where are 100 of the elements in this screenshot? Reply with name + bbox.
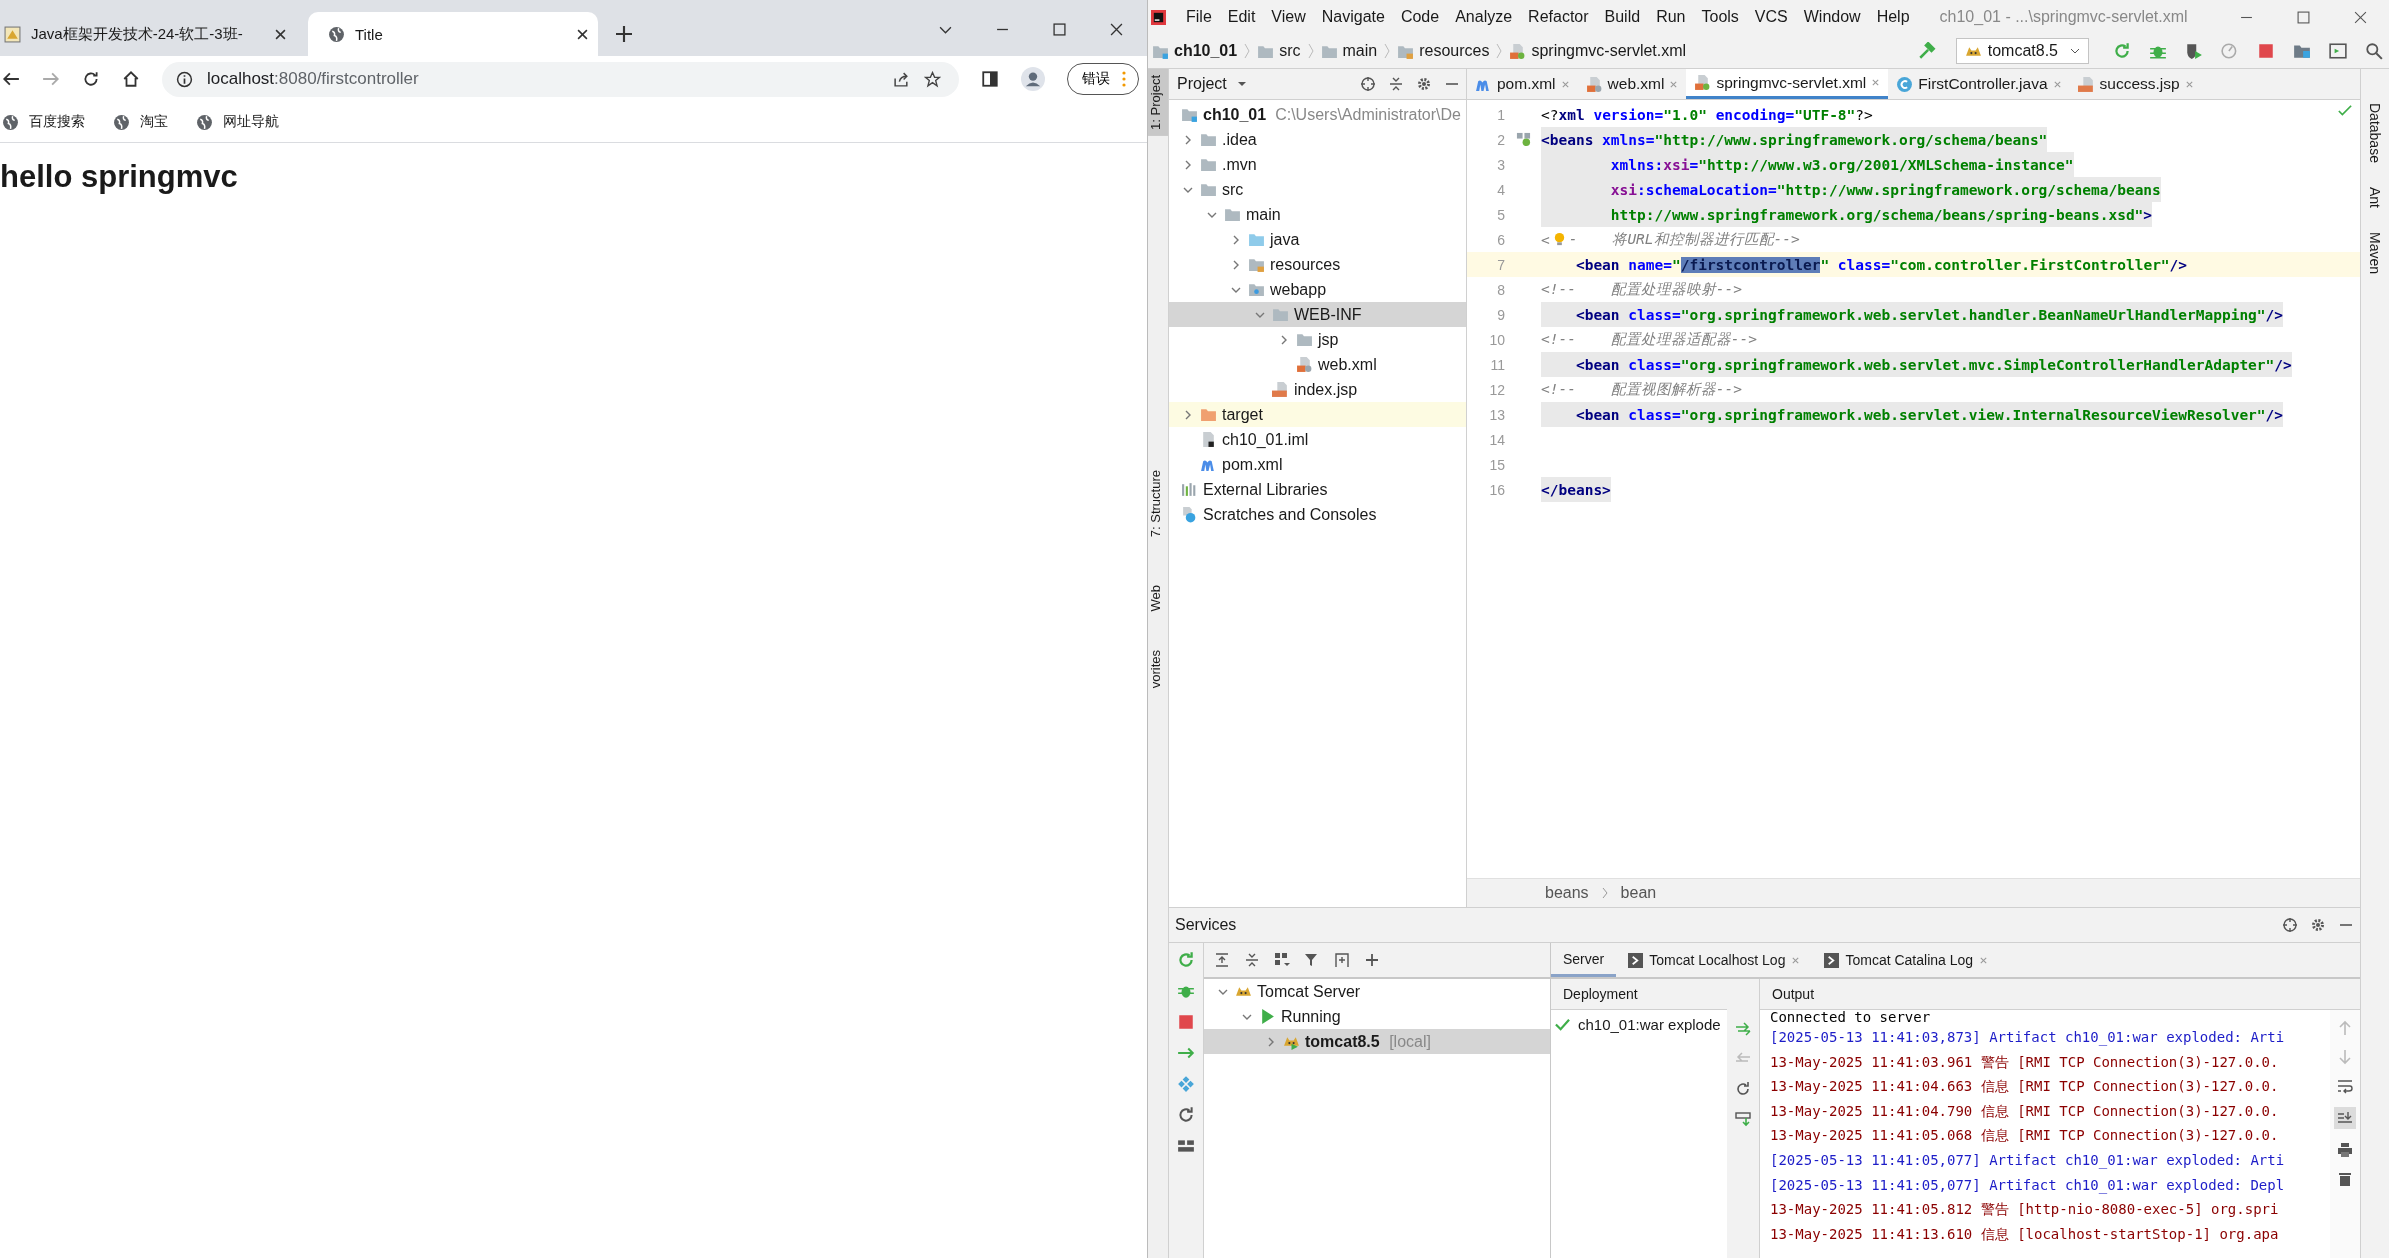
breadcrumb-item[interactable]: main <box>1320 42 1378 60</box>
chevron-right-icon[interactable] <box>1231 234 1241 245</box>
shield-icon[interactable] <box>2185 42 2203 60</box>
menu-item[interactable]: Window <box>1795 8 1869 26</box>
bookmark[interactable]: 网址导航 <box>196 113 279 131</box>
maximize-icon[interactable] <box>1053 22 1066 36</box>
tree-item[interactable]: webapp <box>1169 277 1466 302</box>
breadcrumb-item[interactable]: springmvc-servlet.xml <box>1509 42 1687 60</box>
window-icon[interactable] <box>2329 42 2347 60</box>
browser-tab[interactable]: Title <box>308 12 598 56</box>
menu-item[interactable]: Run <box>1648 8 1694 26</box>
crosshair-icon[interactable] <box>2282 917 2298 933</box>
tree-item[interactable]: target <box>1169 402 1466 427</box>
breadcrumb-item[interactable]: src <box>1257 42 1301 60</box>
breadcrumb-item[interactable]: bean <box>1620 884 1657 902</box>
close-icon[interactable] <box>577 28 588 40</box>
tool-window-tab[interactable]: Database <box>2367 103 2383 163</box>
run-configuration-dropdown[interactable]: tomcat8.5 <box>1955 38 2089 64</box>
tree-item[interactable]: ch10_01.iml <box>1169 427 1466 452</box>
menu-item[interactable]: Edit <box>1219 8 1264 26</box>
tree-item[interactable]: pom.xml <box>1169 452 1466 477</box>
menu-item[interactable]: Tools <box>1693 8 1747 26</box>
chevron-right-icon[interactable] <box>1183 134 1193 145</box>
settings-icon[interactable] <box>1416 76 1432 92</box>
tree-item[interactable]: Tomcat Server <box>1204 979 1550 1004</box>
layout-icon[interactable] <box>1177 1137 1195 1155</box>
editor-tab[interactable]: springmvc-servlet.xml <box>1686 69 1889 99</box>
scroll-to-end-icon[interactable] <box>2334 1107 2356 1129</box>
menu-item[interactable]: Refactor <box>1520 8 1597 26</box>
log-tab[interactable]: Tomcat Catalina Log <box>1812 943 2001 977</box>
download-icon[interactable] <box>1735 1111 1751 1127</box>
editor-tab[interactable]: web.xml <box>1577 69 1687 99</box>
close-icon[interactable] <box>2354 10 2367 24</box>
print-icon[interactable] <box>2337 1142 2353 1158</box>
stop-icon[interactable] <box>2257 42 2275 60</box>
browser-tab[interactable]: Java框架开发技术-24-软工-3班- <box>0 12 296 56</box>
tree-item[interactable]: tomcat8.5 [local] <box>1204 1029 1550 1054</box>
menu-item[interactable]: View <box>1263 8 1314 26</box>
menu-item[interactable]: Code <box>1392 8 1448 26</box>
bookmark[interactable]: 淘宝 <box>113 113 168 131</box>
editor-tab[interactable]: FirstController.java <box>1888 69 2070 99</box>
tree-item[interactable]: web.xml <box>1169 352 1466 377</box>
menu-item[interactable]: Help <box>1868 8 1918 26</box>
tool-window-tab[interactable]: 7: Structure <box>1148 465 1168 542</box>
menu-item[interactable]: Navigate <box>1313 8 1393 26</box>
new-tab-icon[interactable] <box>616 26 632 42</box>
new-tab-icon[interactable] <box>1334 952 1350 968</box>
group-icon[interactable] <box>1274 952 1290 968</box>
menu-item[interactable]: Build <box>1596 8 1649 26</box>
address-bar[interactable]: localhost:8080/firstcontroller <box>162 61 959 97</box>
expand-all-icon[interactable] <box>1214 952 1230 968</box>
tree-item[interactable]: Scratches and Consoles <box>1169 502 1466 527</box>
chevron-right-icon[interactable] <box>1183 409 1193 420</box>
log-tab[interactable]: Tomcat Localhost Log <box>1616 943 1813 977</box>
star-icon[interactable] <box>924 70 941 88</box>
close-icon[interactable] <box>275 28 286 40</box>
rerun-icon[interactable] <box>2113 42 2131 60</box>
rerun-icon[interactable] <box>1177 951 1195 969</box>
project-structure-icon[interactable] <box>2293 42 2311 60</box>
trash-icon[interactable] <box>2337 1171 2353 1187</box>
close-icon[interactable] <box>1110 22 1123 36</box>
tool-window-tab[interactable]: Web <box>1148 581 1168 616</box>
filter-icon[interactable] <box>1304 952 1320 968</box>
side-panel-icon[interactable] <box>981 70 999 88</box>
info-icon[interactable] <box>176 70 193 88</box>
collapse-all-icon[interactable] <box>1244 952 1260 968</box>
avatar-icon[interactable] <box>1021 67 1045 91</box>
tree-item[interactable]: java <box>1169 227 1466 252</box>
editor-tab[interactable]: success.jsp <box>2069 69 2202 99</box>
diamond-icon[interactable] <box>1177 1075 1195 1093</box>
editor-tab[interactable]: pom.xml <box>1467 69 1578 99</box>
tool-window-tab[interactable]: 1: Project <box>1148 69 1168 136</box>
tool-window-tab[interactable]: vorites <box>1148 645 1168 692</box>
tree-item[interactable]: main <box>1169 202 1466 227</box>
settings-icon[interactable] <box>2310 917 2326 933</box>
refresh-icon[interactable] <box>1735 1081 1751 1097</box>
chevron-right-icon[interactable] <box>1183 159 1193 170</box>
menu-item[interactable]: File <box>1178 8 1220 26</box>
chevron-right-icon[interactable] <box>1231 259 1241 270</box>
chevron-right-icon[interactable] <box>1266 1036 1276 1047</box>
wrap-icon[interactable] <box>2337 1078 2353 1094</box>
tool-window-tab[interactable]: Ant <box>2367 186 2383 208</box>
deployment-item[interactable]: ch10_01:war explode <box>1551 1010 1727 1038</box>
more-icon[interactable] <box>1122 71 1126 87</box>
hammer-icon[interactable] <box>1917 42 1936 60</box>
bean-gutter-icon[interactable] <box>1515 132 1531 147</box>
refresh-icon[interactable] <box>1177 1106 1195 1124</box>
panel-title[interactable]: Project <box>1177 75 1247 93</box>
tree-item[interactable]: Running <box>1204 1004 1550 1029</box>
deploy-icon[interactable] <box>1735 1021 1751 1037</box>
stop-icon[interactable] <box>1177 1013 1195 1031</box>
back-icon[interactable] <box>2 70 20 88</box>
tree-item[interactable]: resources <box>1169 252 1466 277</box>
breadcrumb-item[interactable]: ch10_01 <box>1152 42 1238 60</box>
menu-item[interactable]: Analyze <box>1447 8 1521 26</box>
maximize-icon[interactable] <box>2297 10 2310 24</box>
reload-icon[interactable] <box>82 70 100 88</box>
tree-item[interactable]: .mvn <box>1169 152 1466 177</box>
search-icon[interactable] <box>2365 42 2383 60</box>
forward-icon[interactable] <box>42 70 60 88</box>
